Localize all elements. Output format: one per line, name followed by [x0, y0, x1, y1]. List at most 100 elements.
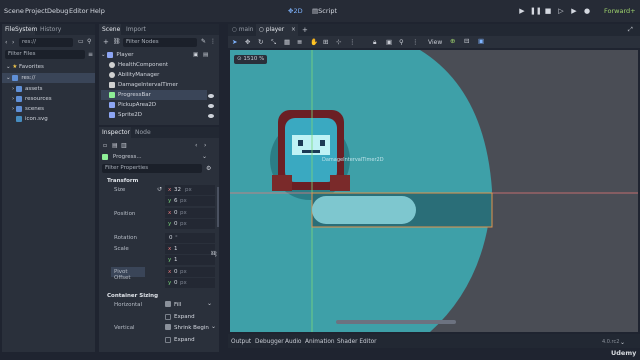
- ruler-icon[interactable]: ▦: [284, 38, 290, 46]
- h-scrollbar[interactable]: [336, 320, 456, 324]
- path-field[interactable]: res://: [19, 38, 73, 47]
- vertical-select[interactable]: Shrink Begin ⌄: [165, 323, 217, 333]
- forward-icon[interactable]: ›: [12, 39, 14, 46]
- tab-player[interactable]: ○ player ×: [256, 24, 298, 36]
- script-icon[interactable]: ▤: [203, 50, 208, 60]
- visibility-eye-icon[interactable]: [208, 104, 214, 108]
- renderer-select[interactable]: Forward+: [604, 7, 636, 15]
- tree-node-damageintervaltimer[interactable]: DamageIntervalTimer: [109, 80, 178, 90]
- tab-debugger[interactable]: Debugger: [255, 339, 284, 345]
- lock-icon[interactable]: 🔒︎: [373, 38, 376, 47]
- play-scene-icon[interactable]: ▷: [556, 6, 566, 16]
- play-icon[interactable]: ▶: [517, 6, 527, 16]
- container-sizing-icon[interactable]: ▣: [478, 37, 484, 45]
- tab-audio[interactable]: Audio: [285, 339, 301, 345]
- history-back-icon[interactable]: ‹: [195, 142, 197, 149]
- size-x-field[interactable]: x 32 px: [165, 185, 215, 195]
- section-container-sizing[interactable]: Container Sizing: [107, 293, 158, 299]
- open-icon[interactable]: ▤: [112, 142, 118, 149]
- rotate-tool-icon[interactable]: ↻: [258, 38, 263, 46]
- more-icon[interactable]: ⋮: [412, 38, 419, 46]
- tab-main[interactable]: ○ main: [232, 27, 253, 33]
- movie-icon[interactable]: ●: [582, 6, 592, 16]
- rotation-field[interactable]: 0 °: [165, 233, 215, 243]
- tab-output[interactable]: Output: [231, 339, 251, 345]
- scale-y-field[interactable]: y 1: [165, 255, 215, 265]
- tab-history[interactable]: History: [40, 26, 61, 33]
- menu-icon[interactable]: ⋮: [210, 38, 216, 45]
- tree-node-player[interactable]: ⌄ Player ▣ ▤: [101, 50, 219, 60]
- workspace-script[interactable]: ▤Script: [312, 7, 337, 15]
- scale-x-field[interactable]: x 1: [165, 244, 215, 254]
- menu-editor[interactable]: Editor: [69, 7, 88, 15]
- view-menu[interactable]: View: [428, 39, 442, 46]
- settings-icon[interactable]: ⚙: [206, 165, 211, 172]
- tab-node[interactable]: Node: [135, 129, 151, 136]
- tab-shader-editor[interactable]: Shader Editor: [337, 339, 377, 345]
- favorites-row[interactable]: ⌄ ★ Favorites: [6, 62, 44, 72]
- bone-icon[interactable]: ⚲: [399, 38, 404, 46]
- visibility-eye-icon[interactable]: [208, 94, 214, 98]
- visibility-eye-icon[interactable]: [208, 114, 214, 118]
- smart-snap-icon[interactable]: ⊹: [336, 38, 341, 46]
- tree-node-pickuparea2d[interactable]: PickupArea2D: [109, 100, 156, 110]
- save-icon[interactable]: ▥: [121, 142, 127, 149]
- group-icon[interactable]: ▣: [386, 38, 392, 46]
- sort-icon[interactable]: ≡: [88, 51, 93, 58]
- anchor-preset-icon[interactable]: ⊕: [450, 37, 455, 45]
- tab-inspector[interactable]: Inspector: [102, 129, 130, 136]
- menu-help[interactable]: Help: [90, 7, 105, 15]
- select-tool-icon[interactable]: ➤: [232, 38, 237, 46]
- tree-node-progressbar[interactable]: ProgressBar: [101, 90, 207, 100]
- position-y-field[interactable]: y 0 px: [165, 219, 215, 229]
- list-item[interactable]: › scenes: [12, 104, 44, 114]
- layout-icon[interactable]: ⊟: [464, 37, 469, 45]
- filter-files-input[interactable]: Filter Files: [5, 50, 85, 59]
- split-icon[interactable]: ▭: [78, 38, 84, 45]
- tab-import[interactable]: Import: [126, 26, 146, 33]
- pan-tool-icon[interactable]: ✋: [310, 38, 318, 46]
- stop-icon[interactable]: ■: [543, 6, 553, 16]
- play-custom-icon[interactable]: ▶: [569, 6, 579, 16]
- pause-icon[interactable]: ❚❚: [530, 6, 542, 16]
- close-icon[interactable]: ×: [291, 27, 296, 33]
- tab-animation[interactable]: Animation: [305, 339, 335, 345]
- search-icon[interactable]: ⚲: [87, 38, 91, 45]
- link-icon[interactable]: ⛓: [113, 38, 121, 45]
- pivot-x-field[interactable]: x 0 px: [165, 267, 215, 277]
- expand-checkbox[interactable]: Expand: [165, 312, 215, 322]
- filter-properties-input[interactable]: Filter Properties: [102, 164, 202, 173]
- tab-filesystem[interactable]: FileSystem: [5, 26, 37, 33]
- pivot-offset-row[interactable]: Pivot Offset: [111, 267, 145, 281]
- res-root-row[interactable]: ⌄ res://: [2, 73, 95, 83]
- pivot-y-field[interactable]: y 0 px: [165, 278, 215, 288]
- canvas-viewport[interactable]: DamageIntervalTimer2D ⊙ 1510 %: [230, 50, 638, 332]
- object-selector[interactable]: Progress... ⌄: [102, 153, 212, 162]
- move-tool-icon[interactable]: ✥: [245, 38, 250, 46]
- scene-icon[interactable]: ▣: [193, 50, 198, 60]
- menu-debug[interactable]: Debug: [47, 7, 68, 15]
- scale-tool-icon[interactable]: ⤡: [271, 38, 276, 47]
- back-icon[interactable]: ‹: [5, 39, 7, 46]
- list-item[interactable]: › resources: [12, 94, 52, 104]
- history-forward-icon[interactable]: ›: [204, 142, 206, 149]
- workspace-2d[interactable]: ✥2D: [288, 7, 303, 15]
- tree-node-healthcomponent[interactable]: HealthComponent: [109, 60, 168, 70]
- list-item[interactable]: › assets: [12, 84, 42, 94]
- grid-snap-icon[interactable]: ⋮: [349, 38, 356, 46]
- collapse-icon[interactable]: ⌄: [620, 339, 625, 346]
- filter-nodes-input[interactable]: Filter Nodes: [123, 38, 197, 47]
- distraction-free-icon[interactable]: ⤢: [628, 26, 633, 34]
- expand-checkbox-vertical[interactable]: Expand: [165, 335, 215, 345]
- menu-project[interactable]: Project: [25, 7, 47, 15]
- revert-icon[interactable]: ↺: [157, 186, 162, 193]
- ruler-measure-icon[interactable]: ⊞: [323, 38, 328, 46]
- tree-node-sprite2d[interactable]: Sprite2D: [109, 110, 142, 120]
- list-select-icon[interactable]: ≣: [297, 38, 302, 46]
- add-tab-icon[interactable]: +: [302, 26, 308, 34]
- new-resource-icon[interactable]: ▫: [103, 142, 107, 149]
- list-item[interactable]: icon.svg: [16, 114, 48, 124]
- tab-scene[interactable]: Scene: [102, 26, 120, 33]
- position-x-field[interactable]: x 0 px: [165, 208, 215, 218]
- add-node-icon[interactable]: +: [103, 38, 109, 46]
